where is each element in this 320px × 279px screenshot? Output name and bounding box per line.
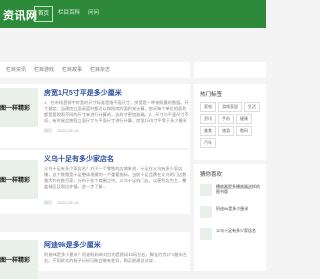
tag-item[interactable]: 健康	[236, 114, 252, 124]
recommend-thumbnail[interactable]	[200, 206, 212, 218]
subnav-item-gushi[interactable]: 栏目故事	[62, 66, 82, 73]
hot-tags-panel: 热门标签 家电 游戏家居 生活 资讯 手机 健康 美食 旅游 数码 汽车	[194, 84, 266, 160]
site-logo[interactable]: 资讯网	[3, 7, 38, 23]
article-thumbnail[interactable]: 图一样精彩	[0, 160, 38, 199]
article-thumbnail[interactable]: 图一样精彩	[0, 240, 38, 279]
main-nav: 首页 栏目百科 问问	[34, 6, 102, 22]
article-summary: 1、在市场营销中房宽的尺寸标准是指平面尺寸，房宽是一种按照量的数值。尺寸规定，当…	[44, 100, 189, 123]
subnav-item-youxi[interactable]: 栏目游戏	[34, 66, 54, 73]
tag-item[interactable]: 手机	[218, 114, 234, 124]
thumbnail-text: 图一样精彩	[0, 258, 31, 264]
tag-item[interactable]: 汽车	[200, 138, 216, 148]
article-card: 图一样精彩 阿迪9k是多少厘米 阿迪9k是多少厘米？阿迪鞋码9k对应的是欧码43…	[0, 232, 190, 279]
sidebar-search-card	[194, 62, 266, 78]
tag-item[interactable]: 生活	[244, 102, 260, 112]
top-header: 资讯网 首页 栏目百科 问问	[0, 0, 266, 28]
sub-nav: 栏目资讯 栏目游戏 栏目故事 栏目杂志	[6, 66, 110, 73]
article-summary: 义乌十足有多少家店名？对于一个零售的店铺来说，十足在义乌有多少家店铺，这个数量是…	[44, 166, 187, 189]
tag-item[interactable]: 数码	[236, 126, 252, 136]
tag-cloud: 家电 游戏家居 生活 资讯 手机 健康 美食 旅游 数码 汽车	[200, 102, 266, 148]
nav-wenwen[interactable]: 问问	[85, 6, 102, 20]
category-bar: 栏目资讯 栏目游戏 栏目故事 栏目杂志	[0, 62, 190, 78]
article-thumbnail[interactable]: 图一样精彩	[0, 88, 38, 127]
tag-item[interactable]: 美食	[200, 126, 216, 136]
article-summary: 阿迪9k是多少厘米？阿迪鞋码9k对应的是欧码43码左右，脚长约为27.5厘米左右…	[44, 252, 188, 263]
article-category[interactable]: 知识	[44, 128, 52, 134]
article-card: 图一样精彩 义乌十足有多少家店名 义乌十足有多少家店名？对于一个零售的店铺来说，…	[0, 150, 190, 214]
recommend-thumbnail[interactable]	[200, 184, 212, 196]
article-card: 图一样精彩 房宽1尺5寸平是多少厘米 1、在市场营销中房宽的尺寸标准是指平面尺寸…	[0, 84, 190, 148]
article-title[interactable]: 义乌十足有多少家店名	[44, 154, 114, 164]
recommend-thumbnail[interactable]	[200, 228, 212, 240]
recommend-title: 猜你喜欢	[200, 172, 223, 178]
subnav-item-zazhi[interactable]: 栏目杂志	[90, 66, 110, 73]
tag-item[interactable]: 资讯	[200, 114, 216, 124]
subnav-item-zixun[interactable]: 栏目资讯	[6, 66, 26, 73]
recommend-text[interactable]: 义乌十足有多少家店名	[216, 228, 262, 233]
nav-baike[interactable]: 栏目百科	[55, 6, 83, 20]
article-meta: 知识 2023-06-19	[44, 200, 78, 206]
recommend-text[interactable]: 阿迪9k是多少厘米	[216, 206, 262, 211]
article-date: 2023-06-19	[58, 200, 79, 205]
recommend-panel: 猜你喜欢 播放器是多播放器这样的图书版 阿迪9k是多少厘米 义乌十足有多少家店名	[194, 164, 266, 271]
thumbnail-text: 图一样精彩	[0, 106, 31, 112]
recommend-text[interactable]: 播放器是多播放器这样的图书版	[216, 184, 262, 194]
hot-tags-title: 热门标签	[200, 92, 223, 98]
nav-home[interactable]: 首页	[34, 6, 54, 22]
article-date: 2023-06-19	[58, 128, 79, 133]
article-meta: 知识 2023-06-19	[44, 128, 78, 134]
thumbnail-text: 图一样精彩	[0, 178, 31, 184]
article-title[interactable]: 阿迪9k是多少厘米	[44, 240, 101, 250]
tag-item[interactable]: 旅游	[218, 126, 234, 136]
tag-item[interactable]: 游戏家居	[218, 102, 242, 112]
article-title[interactable]: 房宽1尺5寸平是多少厘米	[44, 88, 122, 98]
article-category[interactable]: 知识	[44, 200, 52, 206]
tag-item[interactable]: 家电	[200, 102, 216, 112]
